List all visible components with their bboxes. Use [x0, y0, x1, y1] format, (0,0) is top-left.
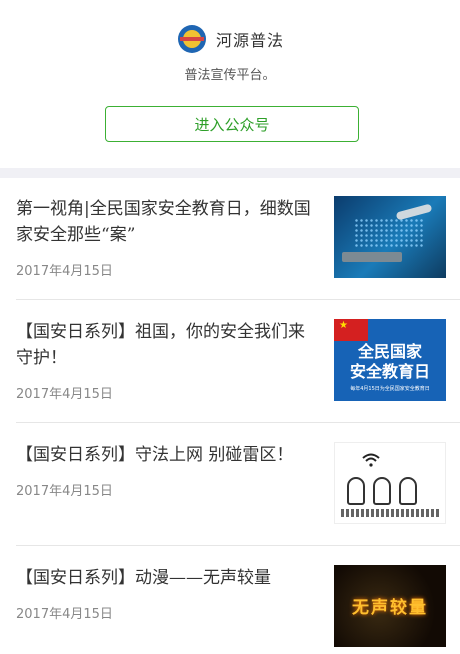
divider — [16, 299, 460, 300]
account-description: 普法宣传平台。 — [184, 68, 276, 83]
follow-button[interactable]: 进入公众号 — [105, 106, 359, 142]
article-date: 2017年4月15日 — [16, 264, 113, 279]
flag-star-icon: ★ — [339, 320, 348, 331]
article-date: 2017年4月15日 — [16, 484, 113, 499]
thumbnail-text: 安全教育日 — [349, 362, 430, 381]
wifi-icon — [362, 453, 380, 467]
account-name: 河源普法 — [216, 31, 285, 50]
article-title[interactable]: 第一视角|全民国家安全教育日，细数国家安全那些“案” — [16, 196, 316, 248]
thumbnail-caption: 每年4月15日为全民国家安全教育日 — [350, 386, 430, 392]
divider — [16, 422, 460, 423]
article-item[interactable]: 【国安日系列】守法上网 别碰雷区！ 2017年4月15日 — [0, 442, 460, 546]
article-date: 2017年4月15日 — [16, 607, 113, 622]
divider — [16, 545, 460, 546]
article-item[interactable]: 【国安日系列】动漫——无声较量 2017年4月15日 无声较量 — [0, 565, 460, 654]
section-separator — [0, 168, 460, 178]
thumbnail-text: 无声较量 — [352, 598, 428, 618]
article-thumbnail[interactable]: ★ 全民国家 安全教育日 每年4月15日为全民国家安全教育日 — [334, 319, 446, 401]
article-item[interactable]: 第一视角|全民国家安全教育日，细数国家安全那些“案” 2017年4月15日 — [0, 196, 460, 300]
article-title[interactable]: 【国安日系列】守法上网 别碰雷区！ — [16, 442, 316, 468]
article-thumbnail[interactable] — [334, 442, 446, 524]
cartoon-figure — [373, 477, 391, 505]
thumbnail-text: 全民国家 — [357, 342, 422, 361]
article-thumbnail[interactable] — [334, 196, 446, 278]
cartoon-figure — [347, 477, 365, 505]
account-brand[interactable]: 河源普法 — [178, 24, 284, 54]
article-thumbnail[interactable]: 无声较量 — [334, 565, 446, 647]
article-item[interactable]: 【国安日系列】祖国，你的安全我们来守护！ 2017年4月15日 ★ 全民国家 安… — [0, 319, 460, 423]
article-title[interactable]: 【国安日系列】祖国，你的安全我们来守护！ — [16, 319, 316, 371]
account-header: 河源普法 普法宣传平台。 进入公众号 — [0, 0, 460, 168]
cartoon-figure — [399, 477, 417, 505]
article-date: 2017年4月15日 — [16, 387, 113, 402]
account-logo — [178, 25, 206, 53]
article-title[interactable]: 【国安日系列】动漫——无声较量 — [16, 565, 316, 591]
